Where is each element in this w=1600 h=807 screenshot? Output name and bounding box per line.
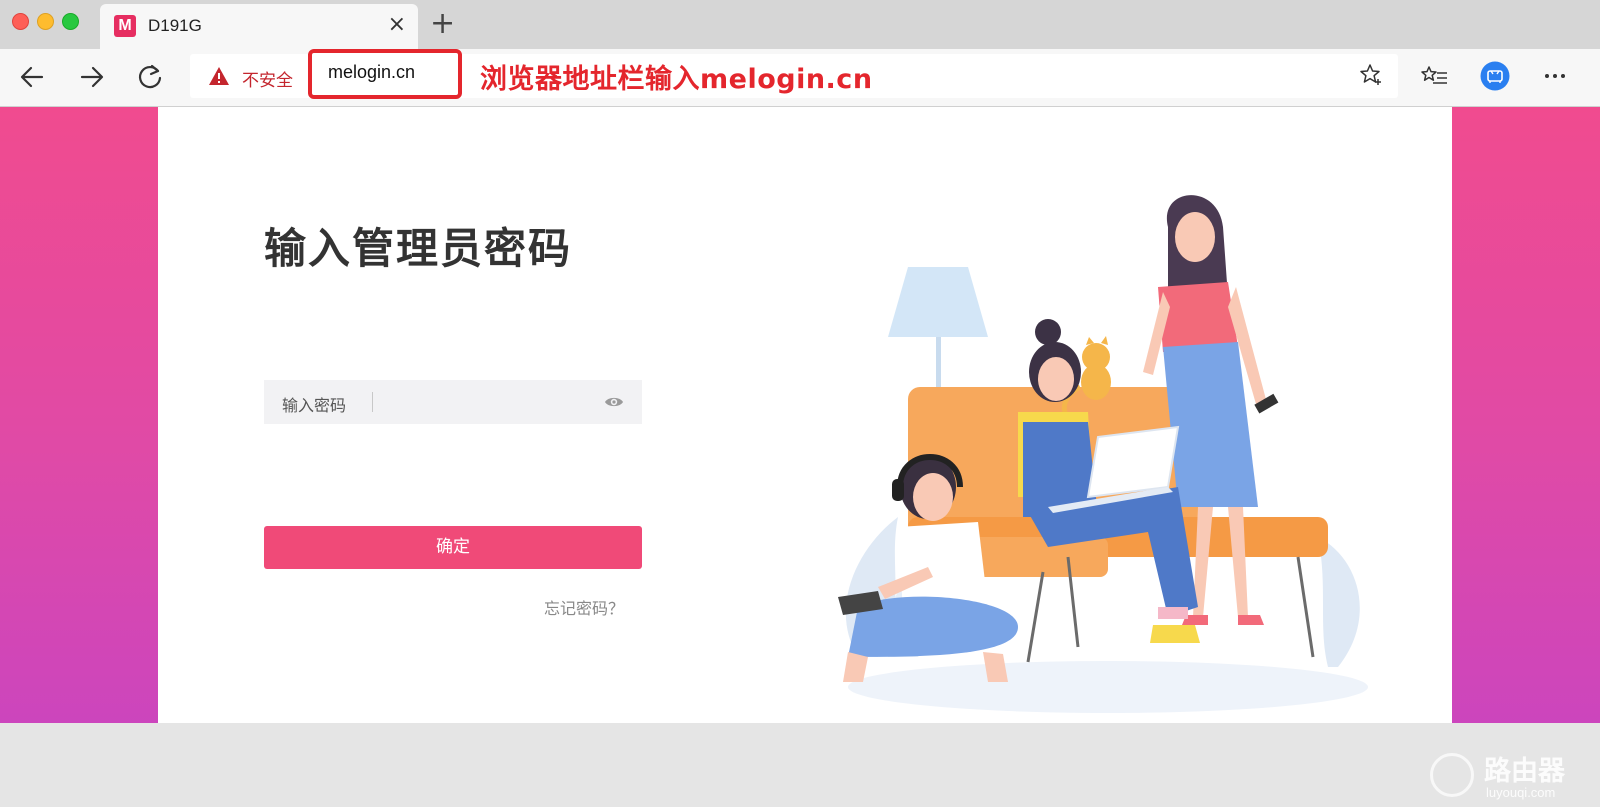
add-favorite-star-icon[interactable] xyxy=(1358,62,1384,88)
password-field[interactable]: 输入密码 xyxy=(264,380,642,424)
url-text[interactable]: melogin.cn xyxy=(328,62,415,83)
forgot-password-link[interactable]: 忘记密码？ xyxy=(544,595,624,619)
tab-strip: M D191G × + xyxy=(0,0,1600,49)
more-options-icon[interactable] xyxy=(1540,61,1570,91)
field-divider xyxy=(372,392,373,412)
url-highlight-box: melogin.cn xyxy=(308,49,462,99)
page-background: 输入管理员密码 输入密码 确定 忘记密码？ 路由器 luyouqi.com xyxy=(0,107,1600,800)
password-label: 输入密码 xyxy=(282,396,347,415)
security-status-label[interactable]: 不安全 xyxy=(242,66,293,91)
warning-icon xyxy=(209,67,229,85)
url-annotation: 浏览器地址栏输入melogin.cn xyxy=(480,64,873,95)
password-input[interactable] xyxy=(382,386,586,420)
maximize-window-button[interactable] xyxy=(62,13,79,30)
close-window-button[interactable] xyxy=(12,13,29,30)
tab-title: D191G xyxy=(148,16,202,35)
router-logo-icon xyxy=(1430,753,1474,797)
show-password-eye-icon[interactable] xyxy=(604,395,624,409)
reload-icon[interactable] xyxy=(134,61,166,93)
new-tab-button[interactable]: + xyxy=(430,8,455,40)
confirm-button[interactable]: 确定 xyxy=(264,526,642,569)
site-watermark: 路由器 luyouqi.com xyxy=(1430,747,1590,807)
back-arrow-icon[interactable] xyxy=(16,61,48,93)
browser-toolbar: 不安全 melogin.cn 浏览器地址栏输入melogin.cn xyxy=(0,49,1600,107)
login-card: 输入管理员密码 输入密码 确定 忘记密码？ xyxy=(158,107,1452,723)
favorites-list-icon[interactable] xyxy=(1420,61,1450,91)
watermark-sub-text: luyouqi.com xyxy=(1486,785,1556,800)
forward-arrow-icon[interactable] xyxy=(76,61,108,93)
profile-avatar-icon[interactable] xyxy=(1480,61,1510,91)
people-on-sofa-illustration xyxy=(838,195,1368,713)
tab-active[interactable]: M D191G × xyxy=(100,4,418,49)
address-bar[interactable]: 不安全 melogin.cn 浏览器地址栏输入melogin.cn xyxy=(190,49,1398,99)
watermark-main-text: 路由器 xyxy=(1484,756,1565,787)
tab-close-icon[interactable]: × xyxy=(388,13,406,37)
minimize-window-button[interactable] xyxy=(37,13,54,30)
page-title: 输入管理员密码 xyxy=(264,224,573,273)
site-favicon-icon: M xyxy=(114,15,136,37)
